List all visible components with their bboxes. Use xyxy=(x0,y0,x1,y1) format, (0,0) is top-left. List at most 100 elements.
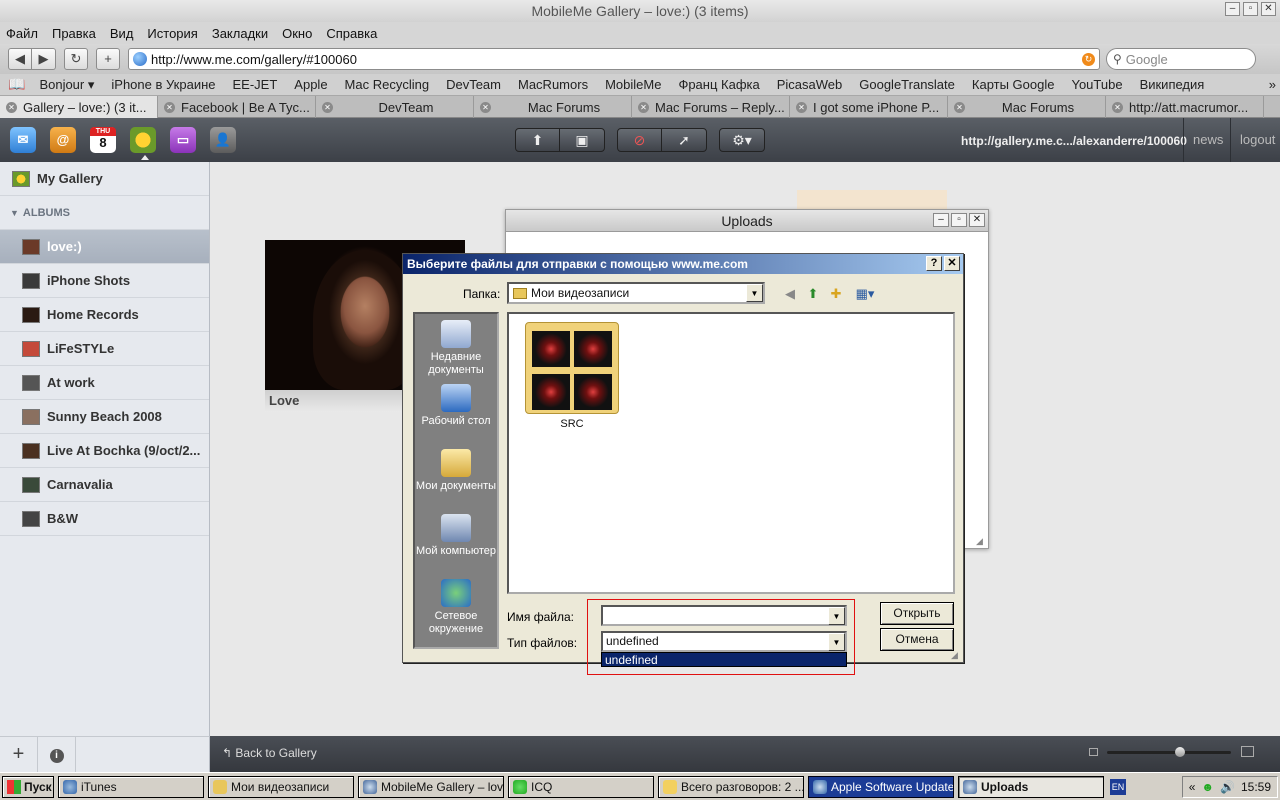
minimize-button[interactable]: – xyxy=(1225,2,1240,16)
back-to-gallery-link[interactable]: ↰ Back to Gallery xyxy=(222,746,317,760)
bookmark-item[interactable]: Apple xyxy=(294,77,327,92)
account-icon[interactable]: 👤 xyxy=(210,127,236,153)
maximize-button[interactable]: ▫ xyxy=(951,213,967,227)
my-gallery-item[interactable]: My Gallery xyxy=(0,162,209,196)
bookmark-item[interactable]: Википедия xyxy=(1140,77,1205,92)
tab-macrumors[interactable]: ✕ http://att.macrumor... xyxy=(1106,96,1264,118)
clock[interactable]: 15:59 xyxy=(1241,780,1271,794)
taskbar-item-itunes[interactable]: iTunes xyxy=(58,775,204,798)
idisk-icon[interactable]: ▭ xyxy=(170,127,196,153)
news-link[interactable]: news xyxy=(1193,132,1223,147)
album-item[interactable]: Sunny Beach 2008 xyxy=(0,400,209,434)
close-tab-icon[interactable]: ✕ xyxy=(164,101,175,113)
minimize-button[interactable]: – xyxy=(933,213,949,227)
place-recent[interactable]: Недавние документы xyxy=(415,320,497,377)
volume-icon[interactable]: 🔊 xyxy=(1220,780,1235,794)
search-input[interactable]: ⚲ Google xyxy=(1106,48,1256,70)
info-button[interactable]: i xyxy=(38,737,76,773)
back-button[interactable]: ◀ xyxy=(8,48,32,70)
help-button[interactable]: ? xyxy=(926,256,942,271)
bookmark-item[interactable]: YouTube xyxy=(1071,77,1122,92)
upload-icon[interactable]: ⬆ xyxy=(516,129,560,151)
menu-bookmarks[interactable]: Закладки xyxy=(212,26,268,41)
cancel-button[interactable]: Отмена xyxy=(880,628,954,651)
place-desktop[interactable]: Рабочий стол xyxy=(415,384,497,428)
tab-mac-forums-reply[interactable]: ✕ Mac Forums – Reply... xyxy=(632,96,790,118)
close-tab-icon[interactable]: ✕ xyxy=(480,101,491,113)
album-item[interactable]: Carnavalia xyxy=(0,468,209,502)
bookmark-item[interactable]: Карты Google xyxy=(972,77,1055,92)
album-item[interactable]: LiFeSTYLe xyxy=(0,332,209,366)
bookmark-item[interactable]: Mac Recycling xyxy=(345,77,430,92)
zoom-slider[interactable] xyxy=(1107,747,1231,757)
bookmark-item[interactable]: GoogleTranslate xyxy=(859,77,955,92)
mail-icon[interactable]: ✉ xyxy=(10,127,36,153)
menu-history[interactable]: История xyxy=(147,26,197,41)
taskbar-item-folder[interactable]: Мои видеозаписи xyxy=(208,775,354,798)
delete-icon[interactable]: ⊘ xyxy=(618,129,662,151)
menu-view[interactable]: Вид xyxy=(110,26,134,41)
tab-devteam[interactable]: ✕ DevTeam xyxy=(316,96,474,118)
folder-item[interactable]: SRC xyxy=(525,322,619,430)
tray-expand-icon[interactable]: « xyxy=(1189,780,1196,794)
open-button[interactable]: Открыть xyxy=(880,602,954,625)
close-tab-icon[interactable]: ✕ xyxy=(954,101,965,113)
taskbar-item-chats[interactable]: Всего разговоров: 2 ... xyxy=(658,775,804,798)
close-tab-icon[interactable]: ✕ xyxy=(796,101,807,113)
album-item[interactable]: Live At Bochka (9/oct/2... xyxy=(0,434,209,468)
bookmark-item[interactable]: MobileMe xyxy=(605,77,661,92)
chevron-right-icon[interactable]: » xyxy=(1269,77,1276,92)
tray-app-icon[interactable]: ☻ xyxy=(1201,780,1214,794)
resize-grip[interactable]: ◢ xyxy=(976,536,986,546)
language-indicator[interactable]: EN xyxy=(1110,778,1126,795)
view-menu-icon[interactable]: ▦▾ xyxy=(852,286,878,302)
gallery-icon[interactable] xyxy=(130,127,156,153)
close-button[interactable]: ✕ xyxy=(969,213,985,227)
album-item[interactable]: love:) xyxy=(0,230,209,264)
slideshow-icon[interactable]: ▣ xyxy=(560,129,604,151)
taskbar-item-software-update[interactable]: Apple Software Update xyxy=(808,775,954,798)
tab-gallery[interactable]: ✕ Gallery – love:) (3 it... xyxy=(0,96,158,118)
menu-window[interactable]: Окно xyxy=(282,26,312,41)
bookmark-item[interactable]: PicasaWeb xyxy=(777,77,843,92)
tab-iphone[interactable]: ✕ I got some iPhone P... xyxy=(790,96,948,118)
new-folder-icon[interactable]: ✚ xyxy=(827,286,845,302)
bookmark-item[interactable]: iPhone в Украине xyxy=(111,77,215,92)
taskbar-item-icq[interactable]: ICQ xyxy=(508,775,654,798)
rss-icon[interactable]: ↻ xyxy=(1082,52,1095,66)
close-tab-icon[interactable]: ✕ xyxy=(1112,101,1123,113)
album-item[interactable]: At work xyxy=(0,366,209,400)
bookmark-item[interactable]: MacRumors xyxy=(518,77,588,92)
back-icon[interactable]: ◀ xyxy=(781,286,799,302)
gallery-url[interactable]: http://gallery.me.c.../alexanderre/10006… xyxy=(961,134,1187,148)
folder-select[interactable]: Мои видеозаписи ▼ xyxy=(507,282,765,304)
contacts-icon[interactable]: @ xyxy=(50,127,76,153)
close-tab-icon[interactable]: ✕ xyxy=(638,101,649,113)
add-bookmark-button[interactable]: + xyxy=(96,48,120,70)
album-item[interactable]: iPhone Shots xyxy=(0,264,209,298)
add-album-button[interactable]: + xyxy=(0,737,38,773)
address-bar[interactable]: http://www.me.com/gallery/#100060 ↻ xyxy=(128,48,1100,70)
taskbar-item-gallery[interactable]: MobileMe Gallery – lov... xyxy=(358,775,504,798)
bookmark-item[interactable]: Bonjour ▾ xyxy=(39,77,94,93)
zoom-slider-knob[interactable] xyxy=(1175,747,1186,757)
menu-file[interactable]: Файл xyxy=(6,26,38,41)
place-my-documents[interactable]: Мои документы xyxy=(415,449,497,493)
close-tab-icon[interactable]: ✕ xyxy=(322,101,333,113)
albums-header[interactable]: ▼ ALBUMS xyxy=(0,196,209,230)
place-network[interactable]: Сетевое окружение xyxy=(415,579,497,636)
close-button[interactable]: ✕ xyxy=(1261,2,1276,16)
url-text[interactable]: http://www.me.com/gallery/#100060 xyxy=(151,52,357,67)
resize-grip[interactable]: ◢ xyxy=(951,650,961,660)
calendar-icon[interactable]: THU 8 xyxy=(90,127,116,153)
book-icon[interactable]: 📖 xyxy=(8,76,25,93)
bookmark-item[interactable]: DevTeam xyxy=(446,77,501,92)
logout-link[interactable]: logout xyxy=(1240,132,1275,147)
album-item[interactable]: B&W xyxy=(0,502,209,536)
disclosure-triangle-icon[interactable]: ▼ xyxy=(10,208,19,218)
bookmark-item[interactable]: Франц Кафка xyxy=(678,77,759,92)
tab-facebook[interactable]: ✕ Facebook | Be A Tyc... xyxy=(158,96,316,118)
start-button[interactable]: Пуск xyxy=(2,775,54,798)
place-my-computer[interactable]: Мой компьютер xyxy=(415,514,497,558)
tab-mac-forums-2[interactable]: ✕ Mac Forums xyxy=(948,96,1106,118)
